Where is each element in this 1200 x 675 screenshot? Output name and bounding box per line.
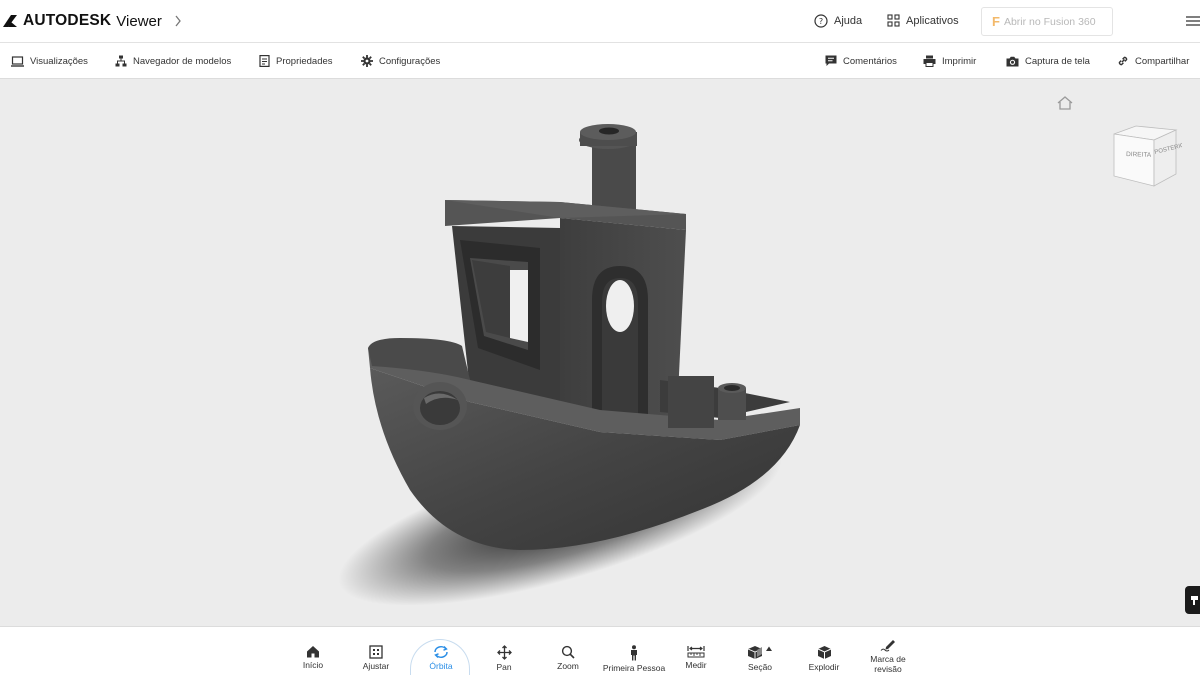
settings-button[interactable]: Configurações [361, 43, 440, 79]
section-icon [747, 646, 772, 659]
help-icon: ? [814, 14, 828, 28]
side-panel-toggle[interactable] [1185, 586, 1200, 614]
apps-grid-icon [887, 14, 900, 27]
tool-first-person-label: Primeira Pessoa [602, 663, 666, 673]
screenshot-button[interactable]: Captura de tela [1006, 43, 1090, 79]
person-icon [631, 645, 637, 661]
share-label: Compartilhar [1135, 55, 1190, 67]
orbit-icon [434, 646, 448, 658]
tool-fit-button[interactable]: Ajustar [344, 631, 408, 675]
autodesk-logo-icon [3, 15, 17, 27]
hierarchy-icon [115, 55, 127, 67]
markup-icon [880, 640, 895, 652]
properties-label: Propriedades [276, 55, 333, 67]
chevron-right-icon[interactable] [174, 15, 182, 27]
link-icon [1118, 56, 1128, 66]
tool-first-person-button[interactable]: Primeira Pessoa [600, 631, 668, 675]
tool-markup-label: Marca de revisão [870, 654, 906, 674]
gear-icon [361, 55, 373, 67]
tool-markup-button[interactable]: Marca de revisão [856, 631, 920, 675]
tool-section-label: Seção [747, 662, 773, 672]
print-label: Imprimir [942, 55, 977, 67]
zoom-icon [561, 645, 575, 659]
tool-explode-button[interactable]: Explodir [792, 631, 856, 675]
settings-label: Configurações [379, 55, 441, 67]
boat-model[interactable] [0, 80, 1200, 626]
pan-icon [496, 645, 512, 660]
home-icon [307, 646, 319, 658]
properties-button[interactable]: Propriedades [259, 43, 333, 79]
explode-icon [817, 646, 831, 659]
camera-icon [1006, 56, 1019, 66]
help-label: Ajuda [834, 15, 863, 27]
open-in-fusion-button[interactable]: F Abrir no Fusion 360 [981, 7, 1113, 36]
fusion-label: Abrir no Fusion 360 [1003, 15, 1096, 28]
menu-icon[interactable] [1186, 14, 1200, 32]
apps-button[interactable]: Aplicativos [887, 14, 959, 27]
laptop-icon [11, 55, 24, 67]
tool-section-button[interactable]: Seção [728, 631, 792, 675]
tool-zoom-label: Zoom [557, 661, 579, 671]
tool-measure-label: Medir [685, 660, 707, 670]
model-browser-button[interactable]: Navegador de modelos [115, 43, 231, 79]
views-label: Visualizações [30, 55, 88, 67]
screenshot-label: Captura de tela [1025, 55, 1090, 67]
comments-button[interactable]: Comentários [825, 43, 897, 79]
tool-orbit-button[interactable]: Órbita [409, 631, 473, 675]
tool-pan-button[interactable]: Pan [472, 631, 536, 675]
app-header: AUTODESK Viewer ? Ajuda Aplicativos F Ab… [0, 0, 1200, 43]
tool-measure-button[interactable]: Medir [664, 631, 728, 675]
panel-icon [1191, 596, 1198, 605]
tool-home-button[interactable]: Início [281, 631, 345, 675]
views-button[interactable]: Visualizações [11, 43, 88, 79]
share-button[interactable]: Compartilhar [1117, 43, 1189, 79]
secondary-toolbar: Visualizações Navegador de modelos Propr… [0, 43, 1200, 79]
home-view-icon[interactable] [1056, 95, 1074, 116]
print-button[interactable]: Imprimir [923, 43, 976, 79]
document-icon [259, 55, 270, 67]
3d-viewport[interactable]: DIREITA POSTERIOR [0, 80, 1200, 626]
tool-fit-label: Ajustar [362, 661, 390, 671]
fusion-logo-icon: F [992, 14, 1000, 29]
viewcube-right-face[interactable]: DIREITA [1126, 151, 1152, 159]
printer-icon [923, 55, 936, 67]
comment-icon [825, 55, 837, 66]
navigation-toolbar: Início Ajustar Órbita Pan Zoom Primeira … [0, 626, 1200, 675]
apps-label: Aplicativos [906, 14, 959, 27]
svg-text:?: ? [819, 17, 823, 26]
brand-name: AUTODESK [23, 12, 112, 29]
viewcube[interactable]: DIREITA POSTERIOR [1110, 120, 1190, 197]
comments-label: Comentários [843, 55, 897, 67]
tool-explode-label: Explodir [808, 662, 840, 672]
tool-orbit-label: Órbita [429, 661, 453, 671]
product-name: Viewer [116, 12, 162, 30]
help-button[interactable]: ? Ajuda [814, 14, 862, 28]
brand[interactable]: AUTODESK Viewer [2, 12, 182, 30]
model-browser-label: Navegador de modelos [133, 55, 232, 67]
tool-home-label: Início [302, 660, 324, 670]
fit-icon [369, 645, 383, 659]
tool-pan-label: Pan [496, 662, 512, 672]
tool-zoom-button[interactable]: Zoom [536, 631, 600, 675]
measure-icon [687, 646, 705, 658]
